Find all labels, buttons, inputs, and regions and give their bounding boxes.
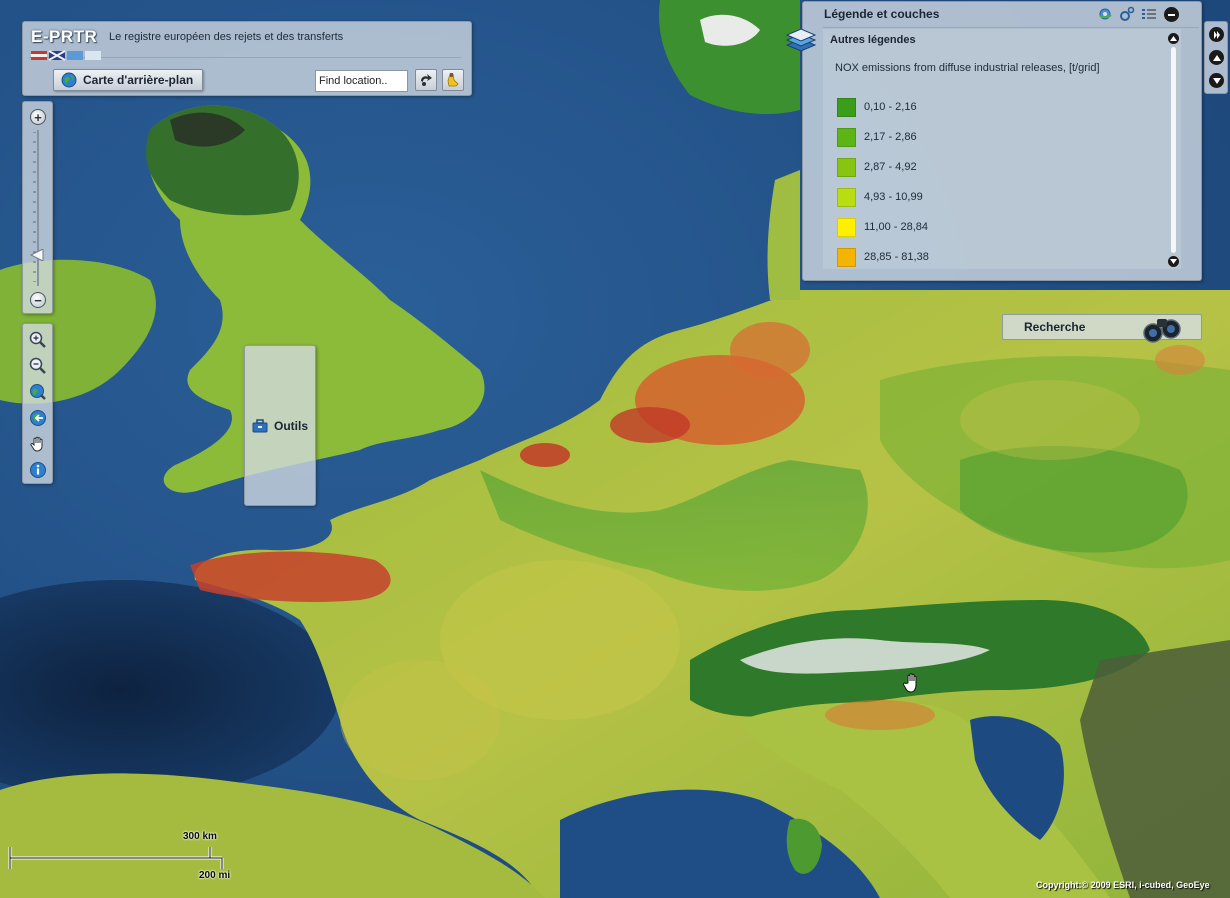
legend-entry: 11,00 - 28,84 [837, 212, 929, 242]
search-go-icon [421, 74, 432, 86]
play-button[interactable] [1209, 27, 1224, 42]
settings-icon[interactable] [1119, 6, 1135, 22]
zoom-slider-thumb[interactable] [30, 248, 44, 261]
legend-entry: 28,85 - 81,38 [837, 242, 929, 269]
zoom-in-tool-button[interactable] [27, 329, 49, 351]
binoculars-icon[interactable] [1141, 311, 1185, 345]
scroll-up-icon [1170, 36, 1177, 41]
header-panel: E-PRTR Le registre européen des rejets e… [22, 21, 472, 506]
clear-icon [447, 73, 459, 87]
tools-button[interactable]: Outils [244, 345, 316, 506]
previous-extent-icon [30, 410, 46, 426]
legend-swatch [837, 97, 856, 117]
legend-entry: 0,10 - 2,16 [837, 92, 929, 122]
previous-extent-button[interactable] [27, 407, 49, 429]
scroll-down-icon [1170, 259, 1177, 264]
gear-icon[interactable] [1097, 6, 1113, 22]
background-map-button[interactable]: Carte d'arrière-plan [53, 69, 203, 91]
app-logo: E-PRTR [31, 27, 98, 46]
legend-divider [823, 27, 1199, 28]
legend-swatch [837, 157, 856, 177]
legend-range-label: 11,00 - 28,84 [864, 221, 929, 233]
copyright-text: Copyright:© 2009 ESRI, i-cubed, GeoEye [1036, 880, 1210, 890]
search-go-button[interactable] [415, 69, 437, 91]
toolbox-icon [252, 418, 268, 432]
arrow-up-icon [1212, 54, 1221, 61]
legend-panel: Légende et couches Autres légendes NOX e… [785, 1, 1202, 281]
clear-button[interactable] [442, 69, 464, 91]
legend-swatch [837, 217, 856, 237]
search-panel[interactable]: Recherche [1002, 314, 1202, 343]
tools-label: Outils [274, 418, 309, 433]
scale-mi-label: 200 mi [199, 870, 231, 881]
hand-cursor-icon [902, 673, 917, 693]
legend-range-label: 2,87 - 4,92 [864, 161, 917, 173]
identify-info-icon [30, 462, 46, 478]
language-flags-icon[interactable] [31, 50, 101, 61]
play-icon [1213, 30, 1220, 39]
arrow-down-button[interactable] [1209, 73, 1224, 88]
search-label: Recherche [1024, 320, 1086, 334]
legend-section-title: Autres légendes [830, 34, 916, 46]
layers-icon [785, 28, 817, 52]
zoom-out-tool-button[interactable] [27, 355, 49, 377]
legend-range-label: 4,93 - 10,99 [864, 191, 923, 203]
zoom-in-icon: + [34, 109, 42, 125]
scroll-track[interactable] [1171, 47, 1176, 253]
scroll-down-button[interactable] [1168, 256, 1179, 267]
app-tagline: Le registre européen des rejets et des t… [109, 31, 344, 43]
scale-bar: 300 km 200 mi [6, 830, 236, 886]
arrow-down-icon [1212, 77, 1221, 84]
full-extent-button[interactable] [27, 381, 49, 403]
background-map-label: Carte d'arrière-plan [83, 73, 194, 87]
pan-hand-icon [30, 436, 43, 452]
legend-subtitle: NOX emissions from diffuse industrial re… [835, 62, 1100, 74]
legend-toolbar [1097, 6, 1157, 22]
legend-entry: 4,93 - 10,99 [837, 182, 929, 212]
find-location-input[interactable] [315, 70, 408, 92]
zoom-out-icon: − [34, 292, 42, 308]
legend-title: Légende et couches [824, 7, 940, 21]
legend-entries: 0,10 - 2,16 2,17 - 2,86 2,87 - 4,92 4,93 - … [837, 92, 929, 269]
zoom-out-tool-icon [29, 357, 46, 374]
legend-range-label: 0,10 - 2,16 [864, 101, 917, 113]
legend-scrollbar[interactable] [1168, 33, 1179, 267]
legend-range-label: 2,17 - 2,86 [864, 131, 917, 143]
zoom-slider-panel: + − [22, 101, 53, 314]
globe-icon [61, 72, 77, 88]
legend-range-label: 28,85 - 81,38 [864, 251, 929, 263]
side-controls [1204, 21, 1228, 94]
identify-tool-button[interactable] [27, 459, 49, 481]
navigation-tools-panel [22, 323, 53, 484]
zoom-in-button[interactable]: + [30, 109, 46, 125]
pan-tool-button[interactable] [27, 433, 49, 455]
legend-entry: 2,17 - 2,86 [837, 122, 929, 152]
arrow-up-button[interactable] [1209, 50, 1224, 65]
list-icon[interactable] [1141, 6, 1157, 22]
legend-swatch [837, 127, 856, 147]
legend-swatch [837, 247, 856, 267]
legend-entry: 2,87 - 4,92 [837, 152, 929, 182]
scroll-up-button[interactable] [1168, 33, 1179, 44]
zoom-out-button[interactable]: − [30, 292, 46, 308]
minimize-icon[interactable] [1164, 7, 1179, 22]
legend-content: Autres légendes NOX emissions from diffu… [823, 29, 1181, 269]
full-extent-icon [30, 384, 46, 400]
legend-swatch [837, 187, 856, 207]
zoom-in-tool-icon [29, 331, 46, 348]
